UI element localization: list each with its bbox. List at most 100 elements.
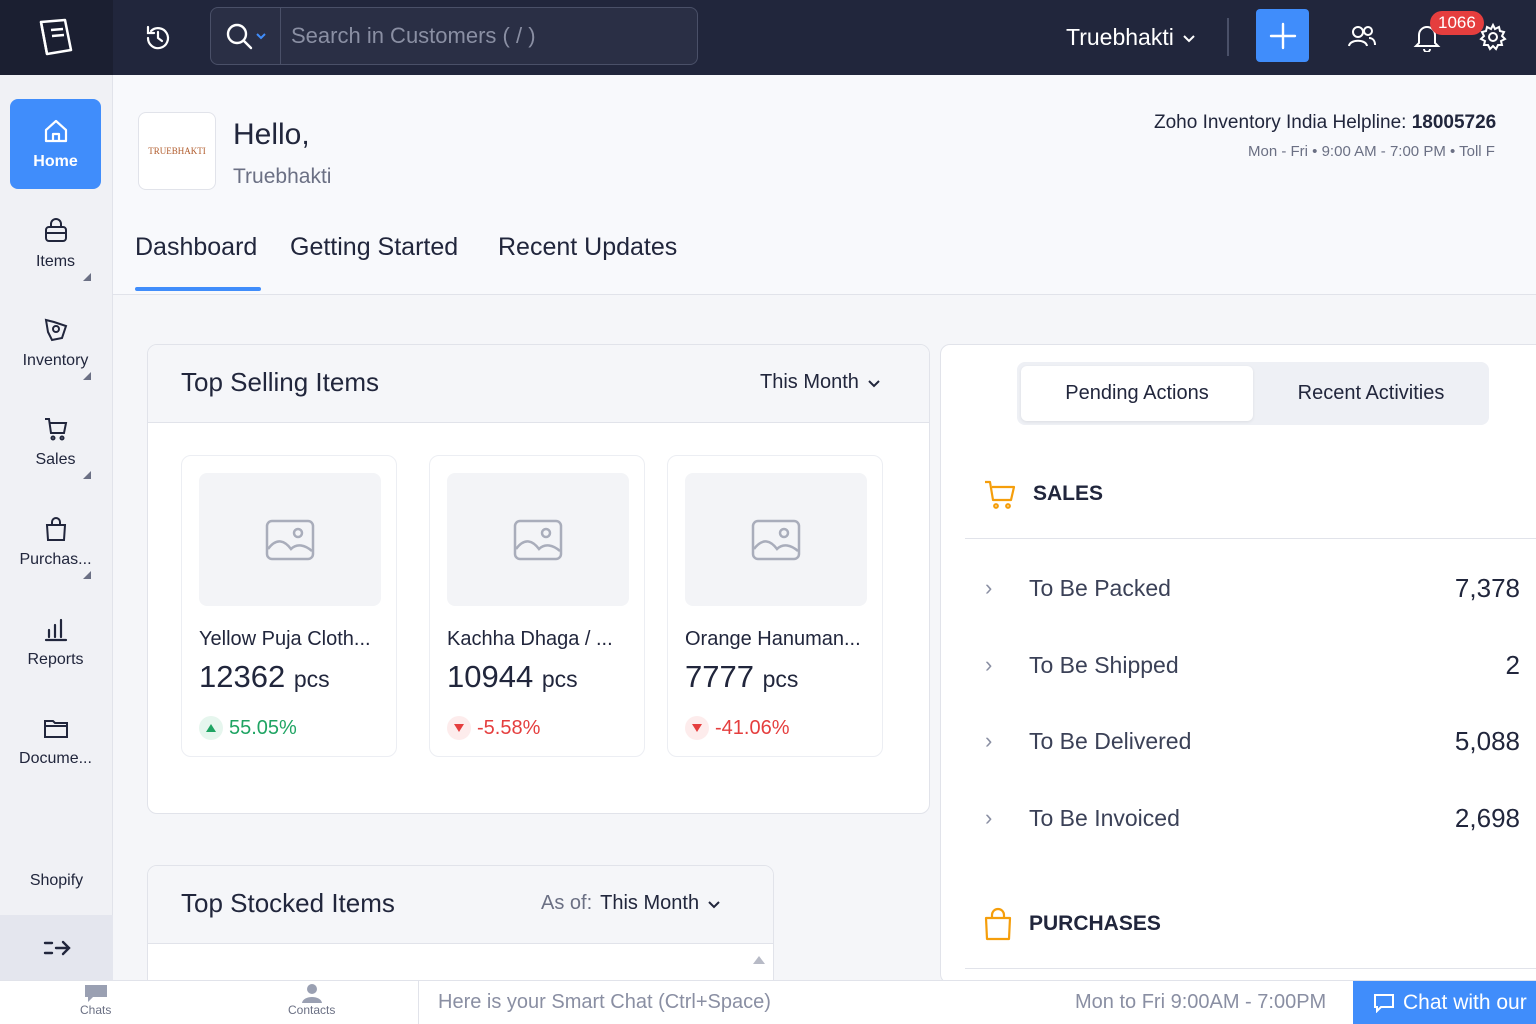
contacts-button[interactable]: Contacts <box>288 983 335 1017</box>
action-count: 2 <box>1505 649 1520 680</box>
chat-with-support-button[interactable]: Chat with our <box>1353 981 1536 1024</box>
sidebar-item-label: Home <box>33 153 78 170</box>
settings-button[interactable] <box>1474 18 1512 56</box>
panel-segmented-control: Pending Actions Recent Activities <box>1017 362 1489 425</box>
tab-getting-started[interactable]: Getting Started <box>290 233 458 262</box>
top-selling-items-card: Top Selling Items This Month Yellow Puja… <box>147 344 930 814</box>
sidebar-item-items[interactable]: Items <box>10 199 101 289</box>
collapse-arrow-icon <box>43 940 71 955</box>
action-row-to-be-shipped[interactable]: › To Be Shipped 2 <box>985 645 1520 685</box>
sidebar-item-label: Inventory <box>22 352 89 369</box>
action-label: To Be Invoiced <box>1029 804 1180 831</box>
users-button[interactable] <box>1343 18 1381 56</box>
chevron-down-icon <box>1183 34 1195 42</box>
chats-button[interactable]: Chats <box>80 983 111 1017</box>
action-label: To Be Packed <box>1029 574 1171 601</box>
item-image-placeholder <box>199 473 381 606</box>
up-triangle-icon <box>199 716 223 740</box>
shopping-bag-icon <box>45 517 66 541</box>
sidebar-item-reports[interactable]: Reports <box>10 597 101 687</box>
action-label: To Be Delivered <box>1029 727 1192 754</box>
action-count: 5,088 <box>1454 725 1520 756</box>
app-logo[interactable] <box>0 0 113 75</box>
contacts-label: Contacts <box>288 1003 336 1017</box>
item-qty-value: 12362 <box>199 659 286 694</box>
card-header: Top Selling Items This Month <box>148 345 929 423</box>
dashboard-header: TRUEBHAKTI Hello, Truebhakti Zoho Invent… <box>113 75 1536 295</box>
top-item-card[interactable]: Yellow Puja Cloth... 12362 pcs 55.05% <box>181 455 397 757</box>
chevron-down-icon <box>255 33 266 40</box>
bottom-bar: Chats Contacts Here is your Smart Chat (… <box>0 980 1536 1024</box>
inventory-icon <box>44 318 67 342</box>
item-change-value: -41.06% <box>715 716 790 739</box>
helpline-hours: Mon - Fri • 9:00 AM - 7:00 PM • Toll F <box>1248 143 1495 160</box>
scroll-up-arrow[interactable] <box>752 952 766 970</box>
contact-icon <box>301 984 322 1003</box>
org-logo: TRUEBHAKTI <box>138 112 216 190</box>
item-change-value: 55.05% <box>229 716 297 739</box>
helpline-label: Zoho Inventory India Helpline: <box>1154 112 1412 133</box>
quick-create-button[interactable] <box>1256 9 1309 62</box>
sales-section-header: SALES <box>983 478 1103 510</box>
image-icon <box>513 519 563 560</box>
org-subtitle: Truebhakti <box>233 165 332 188</box>
card-header: Top Stocked Items As of: This Month <box>148 866 773 944</box>
helpline: Zoho Inventory India Helpline: 18005726 <box>1154 112 1496 134</box>
tab-recent-activities[interactable]: Recent Activities <box>1257 366 1485 421</box>
action-row-to-be-packed[interactable]: › To Be Packed 7,378 <box>985 568 1520 608</box>
collapse-sidebar-button[interactable] <box>0 915 113 980</box>
sidebar-item-label: Reports <box>27 651 84 668</box>
item-qty-unit: pcs <box>293 666 330 692</box>
sidebar-item-label: Docume... <box>19 750 92 767</box>
image-icon <box>265 519 315 560</box>
triangle-up-icon <box>753 956 765 964</box>
expand-caret-icon <box>83 372 91 380</box>
action-row-to-be-delivered[interactable]: › To Be Delivered 5,088 <box>985 721 1520 761</box>
expand-caret-icon <box>83 471 91 479</box>
tab-dashboard[interactable]: Dashboard <box>135 233 257 262</box>
purchases-section-header: PURCHASES <box>983 907 1161 941</box>
chat-bubble-icon <box>84 985 107 1002</box>
sidebar-item-purchases[interactable]: Purchas... <box>10 497 101 587</box>
item-name: Orange Hanuman... <box>685 628 861 650</box>
chat-button-label: Chat with our <box>1403 991 1527 1014</box>
item-qty-unit: pcs <box>541 666 578 692</box>
active-tab-indicator <box>135 287 261 291</box>
chevron-right-icon: › <box>985 728 993 753</box>
helpline-number[interactable]: 18005726 <box>1412 112 1497 133</box>
tab-pending-actions[interactable]: Pending Actions <box>1021 366 1253 421</box>
search-scope-toggle[interactable] <box>211 8 281 64</box>
item-qty-unit: pcs <box>762 666 799 692</box>
sidebar: Home Items Inventory Sales Purchas... Re… <box>0 75 113 980</box>
down-triangle-icon <box>685 716 709 740</box>
chats-label: Chats <box>80 1003 112 1017</box>
action-row-to-be-invoiced[interactable]: › To Be Invoiced 2,698 <box>985 798 1520 838</box>
tab-recent-updates[interactable]: Recent Updates <box>498 233 677 262</box>
plus-icon <box>1269 22 1296 49</box>
top-item-card[interactable]: Orange Hanuman... 7777 pcs -41.06% <box>667 455 883 757</box>
action-count: 7,378 <box>1454 572 1520 603</box>
period-filter-dropdown[interactable]: This Month <box>760 371 881 394</box>
top-item-card[interactable]: Kachha Dhaga / ... 10944 pcs -5.58% <box>429 455 645 757</box>
sidebar-item-inventory[interactable]: Inventory <box>10 298 101 388</box>
sidebar-item-label: Purchas... <box>19 551 92 568</box>
sidebar-item-home[interactable]: Home <box>10 99 101 189</box>
inventory-logo-icon <box>39 18 72 55</box>
sidebar-item-sales[interactable]: Sales <box>10 397 101 487</box>
folder-icon <box>43 720 68 738</box>
as-of-label: As of: <box>541 892 593 914</box>
sidebar-item-shopify[interactable]: Shopify <box>0 872 113 890</box>
expand-caret-icon <box>83 273 91 281</box>
recent-history-button[interactable] <box>140 20 176 56</box>
as-of-filter-dropdown[interactable]: As of: This Month <box>541 892 721 915</box>
smart-chat-input[interactable]: Here is your Smart Chat (Ctrl+Space) <box>438 991 771 1014</box>
section-title: SALES <box>1033 482 1104 505</box>
search-icon <box>226 23 252 50</box>
bar-chart-icon <box>44 618 67 642</box>
sidebar-item-label: Sales <box>35 451 76 468</box>
org-switcher[interactable]: Truebhakti <box>1066 24 1196 51</box>
divider <box>965 968 1536 969</box>
sidebar-item-documents[interactable]: Docume... <box>10 696 101 786</box>
gear-icon <box>1479 22 1507 51</box>
search-input[interactable] <box>281 8 697 64</box>
